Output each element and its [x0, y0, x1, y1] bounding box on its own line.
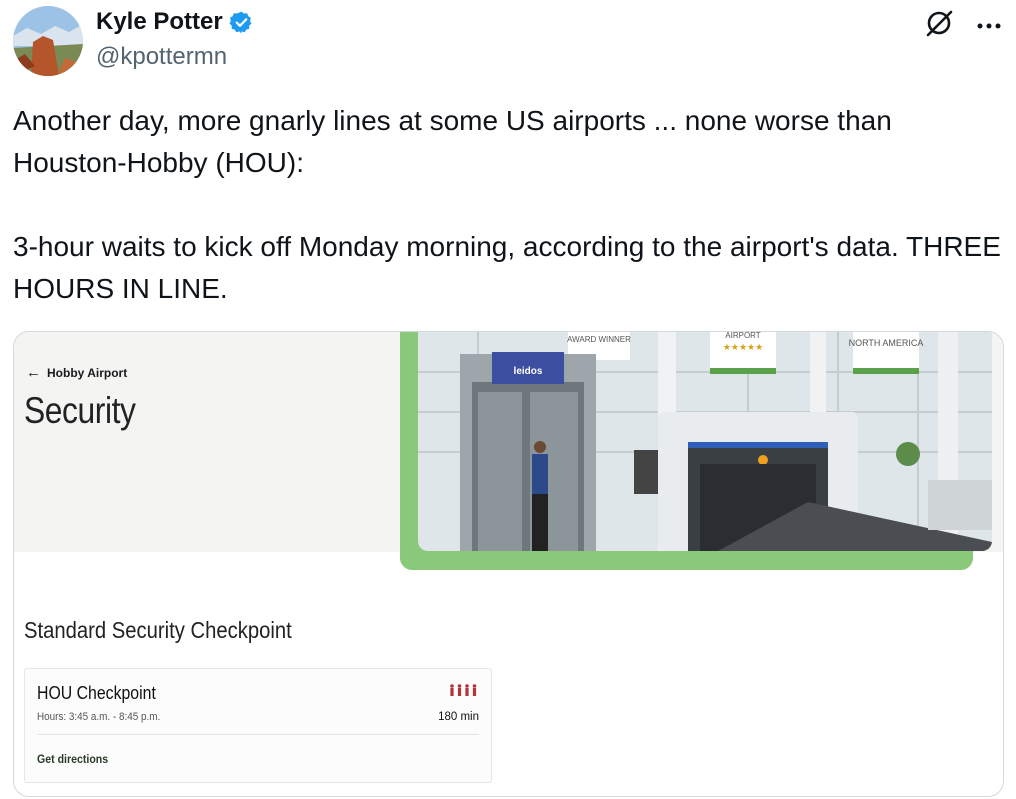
author-display-name[interactable]: Kyle Potter — [96, 8, 223, 36]
checkpoint-hours: Hours: 3:45 a.m. - 8:45 p.m. — [37, 711, 161, 723]
media-card[interactable]: AWARD WINNER AIRPORT ★★★★★ NORTH AMERICA… — [13, 331, 1004, 797]
more-options-icon[interactable] — [976, 17, 1002, 35]
checkpoint-wait-time: 180 min — [438, 711, 479, 723]
wait-level-people-icon — [449, 683, 479, 701]
leidos-sign: leidos — [514, 366, 543, 377]
section-title: Standard Security Checkpoint — [24, 617, 292, 643]
tweet-actions-top — [924, 8, 1002, 43]
airport-sign: AIRPORT — [725, 332, 761, 340]
author-handle[interactable]: @kpottermn — [96, 43, 227, 71]
grok-icon[interactable] — [924, 8, 954, 43]
svg-text:★★★★★: ★★★★★ — [723, 343, 763, 353]
avatar-photo — [13, 6, 83, 76]
avatar[interactable] — [13, 6, 83, 76]
get-directions-link[interactable]: Get directions — [37, 754, 108, 766]
divider — [37, 734, 479, 735]
verified-badge-icon — [229, 10, 254, 35]
checkpoint-card: HOU Checkpoint Hours: 3:45 a.m. - 8:45 p… — [24, 668, 492, 783]
author-name-row[interactable]: Kyle Potter — [96, 8, 254, 36]
page-title: Security — [24, 390, 136, 431]
checkpoint-name: HOU Checkpoint — [37, 683, 156, 703]
tweet-text: Another day, more gnarly lines at some U… — [13, 105, 1001, 304]
back-arrow-icon: ← — [26, 364, 41, 381]
security-checkpoint-photo: AWARD WINNER AIRPORT ★★★★★ NORTH AMERICA… — [418, 332, 992, 551]
back-link-label: Hobby Airport — [47, 365, 128, 380]
award-winner-sign: AWARD WINNER — [567, 335, 631, 344]
back-link[interactable]: ← Hobby Airport — [26, 364, 127, 381]
north-america-sign: NORTH AMERICA — [849, 338, 924, 348]
